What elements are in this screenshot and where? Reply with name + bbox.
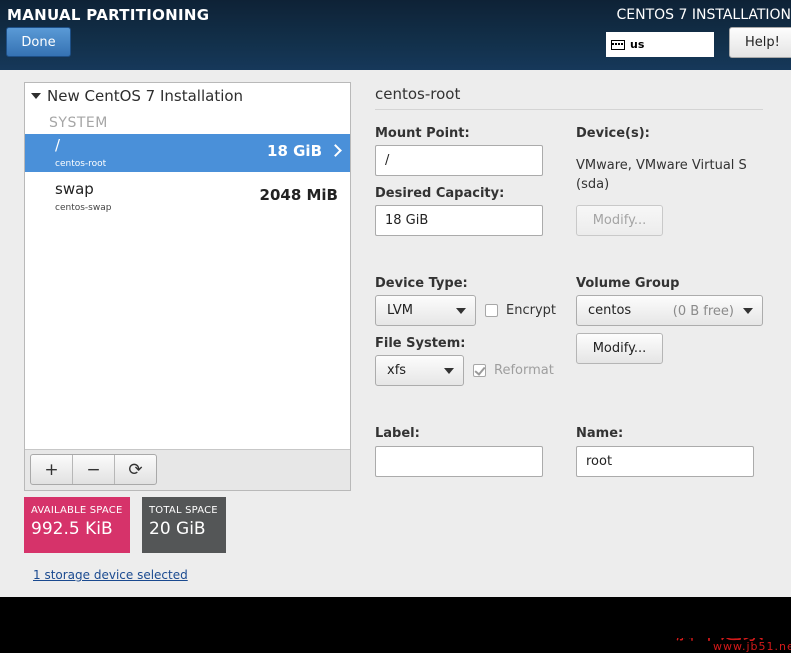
installation-group-header[interactable]: New CentOS 7 Installation	[31, 87, 243, 105]
reformat-label: Reformat	[494, 363, 554, 378]
available-space-value: 992.5 KiB	[31, 519, 113, 539]
dropdown-caret-icon	[456, 308, 466, 314]
volume-group-select[interactable]: centos (0 B free)	[576, 295, 763, 326]
partition-mount: /	[55, 136, 61, 154]
file-system-label: File System:	[375, 336, 466, 351]
partition-toolbar: + − ⟳	[25, 449, 350, 490]
done-button[interactable]: Done	[6, 27, 71, 57]
partition-row-swap[interactable]: swap centos-swap 2048 MiB	[25, 178, 350, 216]
storage-devices-link[interactable]: 1 storage device selected	[33, 568, 188, 582]
desired-capacity-input[interactable]: 18 GiB	[375, 205, 543, 236]
device-type-select[interactable]: LVM	[375, 295, 476, 326]
toolbar-button-group: + − ⟳	[30, 454, 157, 485]
details-separator	[375, 109, 763, 110]
desired-capacity-label: Desired Capacity:	[375, 186, 505, 201]
help-button[interactable]: Help!	[729, 27, 791, 58]
chevron-right-icon	[329, 144, 342, 157]
remove-partition-button[interactable]: −	[73, 455, 115, 484]
volume-group-free: (0 B free)	[672, 304, 734, 319]
reformat-checkbox[interactable]	[473, 364, 486, 377]
bottom-bar	[0, 597, 791, 638]
partition-row-root[interactable]: / centos-root 18 GiB	[25, 134, 350, 172]
modify-devices-button[interactable]: Modify...	[576, 205, 663, 236]
dropdown-caret-icon	[743, 308, 753, 314]
device-type-label: Device Type:	[375, 276, 468, 291]
total-space-value: 20 GiB	[149, 519, 206, 539]
partition-mount: swap	[55, 180, 94, 198]
mount-point-input[interactable]: /	[375, 145, 543, 176]
devices-label: Device(s):	[576, 126, 650, 141]
file-system-value: xfs	[387, 363, 407, 378]
keyboard-layout-indicator[interactable]: us	[606, 32, 714, 57]
available-space-box: AVAILABLE SPACE 992.5 KiB	[24, 497, 130, 553]
keyboard-layout-label: us	[630, 38, 645, 51]
encrypt-label: Encrypt	[506, 303, 556, 318]
total-space-label: TOTAL SPACE	[149, 505, 218, 516]
refresh-button[interactable]: ⟳	[115, 455, 156, 484]
keyboard-icon	[611, 39, 625, 50]
partition-size: 18 GiB	[267, 142, 322, 160]
volume-group-label: Volume Group	[576, 276, 680, 291]
main-content: New CentOS 7 Installation SYSTEM / cento…	[0, 70, 791, 653]
total-space-box: TOTAL SPACE 20 GiB	[142, 497, 226, 553]
available-space-label: AVAILABLE SPACE	[31, 505, 123, 516]
devices-value: VMware, VMware Virtual S (sda)	[576, 158, 747, 192]
mount-point-label: Mount Point:	[375, 126, 470, 141]
dropdown-caret-icon	[444, 368, 454, 374]
page-title: MANUAL PARTITIONING	[7, 6, 210, 24]
system-group-label: SYSTEM	[49, 115, 108, 131]
partition-device: centos-swap	[55, 203, 112, 213]
partition-list-panel: New CentOS 7 Installation SYSTEM / cento…	[24, 82, 351, 491]
file-system-select[interactable]: xfs	[375, 355, 464, 386]
installer-title: CENTOS 7 INSTALLATION	[616, 7, 791, 23]
label-field-label: Label:	[375, 426, 420, 441]
device-type-value: LVM	[387, 303, 413, 318]
installation-title: New CentOS 7 Installation	[47, 87, 244, 105]
modify-volume-group-button[interactable]: Modify...	[576, 333, 663, 364]
header-bar: MANUAL PARTITIONING Done CENTOS 7 INSTAL…	[0, 0, 791, 70]
partition-size: 2048 MiB	[259, 186, 338, 204]
watermark-url: www.jb51.net	[713, 640, 791, 653]
label-input[interactable]	[375, 446, 543, 477]
partition-details-title: centos-root	[375, 85, 461, 103]
name-field-label: Name:	[576, 426, 624, 441]
name-input[interactable]: root	[576, 446, 754, 477]
add-partition-button[interactable]: +	[31, 455, 73, 484]
partition-device: centos-root	[55, 159, 107, 169]
encrypt-checkbox[interactable]	[485, 304, 498, 317]
volume-group-value: centos	[588, 303, 632, 318]
expand-triangle-icon	[31, 93, 41, 99]
